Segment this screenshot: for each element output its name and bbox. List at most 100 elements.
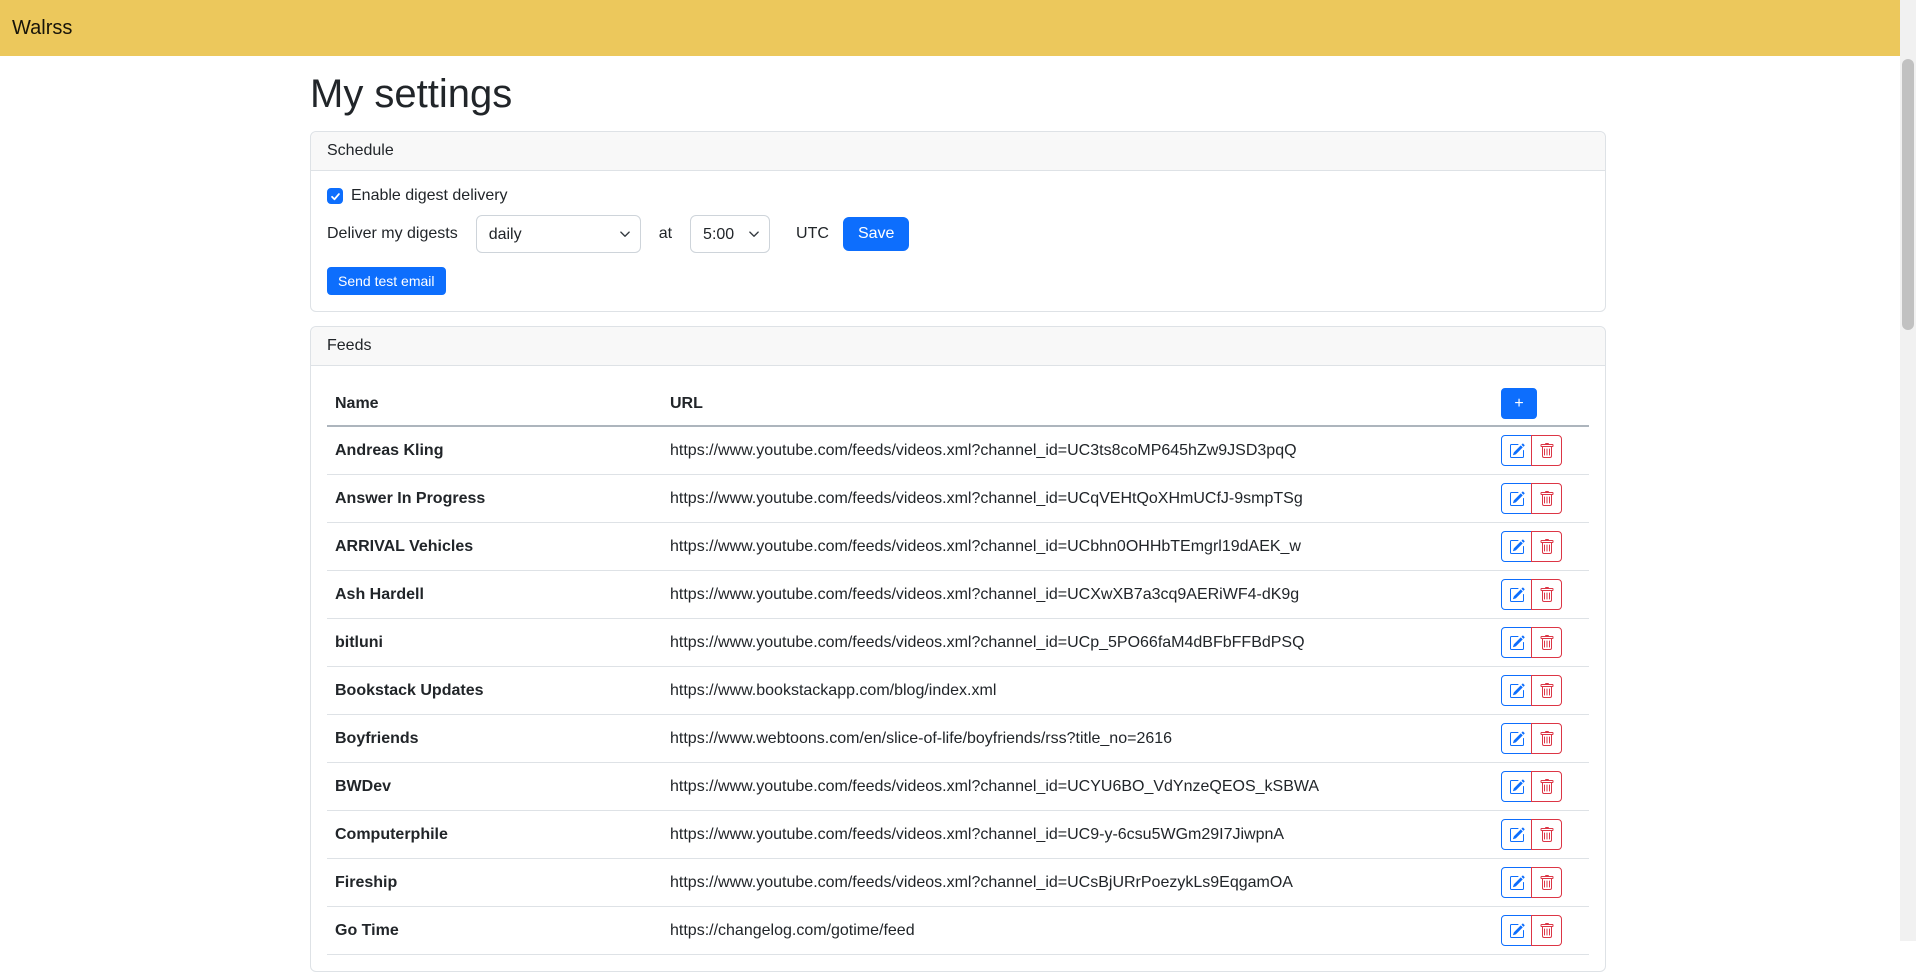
delete-feed-button[interactable] [1531, 771, 1562, 802]
trash-icon [1539, 923, 1555, 939]
delete-feed-button[interactable] [1531, 915, 1562, 946]
feed-url: https://www.youtube.com/feeds/videos.xml… [662, 523, 1501, 571]
schedule-card: Schedule Enable digest delivery Deliver … [310, 131, 1606, 312]
feed-actions [1501, 907, 1589, 955]
pencil-square-icon [1509, 587, 1525, 603]
edit-feed-button[interactable] [1501, 579, 1532, 610]
check-icon [330, 191, 341, 202]
table-row: Computerphile https://www.youtube.com/fe… [327, 811, 1589, 859]
column-header-name: Name [327, 382, 662, 426]
feed-name: Andreas Kling [327, 426, 662, 475]
feed-url: https://www.youtube.com/feeds/videos.xml… [662, 811, 1501, 859]
delete-feed-button[interactable] [1531, 819, 1562, 850]
edit-feed-button[interactable] [1501, 819, 1532, 850]
table-row: Ash Hardell https://www.youtube.com/feed… [327, 571, 1589, 619]
delete-feed-button[interactable] [1531, 723, 1562, 754]
deliver-label: Deliver my digests [327, 225, 458, 243]
feed-url: https://www.youtube.com/feeds/videos.xml… [662, 763, 1501, 811]
trash-icon [1539, 491, 1555, 507]
table-row: Andreas Kling https://www.youtube.com/fe… [327, 426, 1589, 475]
at-label: at [659, 225, 672, 243]
feed-name: ARRIVAL Vehicles [327, 523, 662, 571]
schedule-card-header: Schedule [311, 132, 1605, 171]
delete-feed-button[interactable] [1531, 579, 1562, 610]
trash-icon [1539, 635, 1555, 651]
feed-name: bitluni [327, 619, 662, 667]
trash-icon [1539, 539, 1555, 555]
feed-name: BWDev [327, 763, 662, 811]
feed-actions-group [1501, 771, 1562, 802]
feed-actions [1501, 523, 1589, 571]
schedule-card-body: Enable digest delivery Deliver my digest… [311, 171, 1605, 311]
navbar: Walrss [0, 0, 1916, 56]
feed-actions [1501, 426, 1589, 475]
feed-name: Computerphile [327, 811, 662, 859]
column-header-url: URL [662, 382, 1501, 426]
edit-feed-button[interactable] [1501, 435, 1532, 466]
feed-url: https://www.youtube.com/feeds/videos.xml… [662, 426, 1501, 475]
feed-name: Go Time [327, 907, 662, 955]
scrollbar-thumb[interactable] [1902, 59, 1914, 330]
edit-feed-button[interactable] [1501, 867, 1532, 898]
trash-icon [1539, 827, 1555, 843]
feed-url: https://www.youtube.com/feeds/videos.xml… [662, 619, 1501, 667]
delete-feed-button[interactable] [1531, 483, 1562, 514]
trash-icon [1539, 683, 1555, 699]
trash-icon [1539, 587, 1555, 603]
time-select[interactable]: 5:00 [690, 215, 770, 253]
feed-actions-group [1501, 579, 1562, 610]
add-feed-button[interactable]: + [1501, 388, 1537, 419]
feed-actions [1501, 475, 1589, 523]
trash-icon [1539, 875, 1555, 891]
feeds-table: Name URL + Andreas Kling https://www.you… [327, 382, 1589, 955]
pencil-square-icon [1509, 635, 1525, 651]
delete-feed-button[interactable] [1531, 627, 1562, 658]
edit-feed-button[interactable] [1501, 915, 1532, 946]
feed-actions-group [1501, 723, 1562, 754]
save-button[interactable]: Save [843, 217, 909, 251]
table-row: ARRIVAL Vehicles https://www.youtube.com… [327, 523, 1589, 571]
feeds-table-header-row: Name URL + [327, 382, 1589, 426]
edit-feed-button[interactable] [1501, 723, 1532, 754]
feed-actions [1501, 667, 1589, 715]
feed-actions-group [1501, 531, 1562, 562]
edit-feed-button[interactable] [1501, 771, 1532, 802]
feed-actions [1501, 715, 1589, 763]
delete-feed-button[interactable] [1531, 435, 1562, 466]
pencil-square-icon [1509, 875, 1525, 891]
feed-actions-group [1501, 867, 1562, 898]
feed-name: Fireship [327, 859, 662, 907]
trash-icon [1539, 779, 1555, 795]
feed-actions [1501, 811, 1589, 859]
feeds-card-header: Feeds [311, 327, 1605, 366]
feed-name: Bookstack Updates [327, 667, 662, 715]
send-test-email-button[interactable]: Send test email [327, 267, 446, 295]
enable-digest-label: Enable digest delivery [351, 187, 508, 205]
enable-digest-checkbox[interactable] [327, 188, 343, 204]
delete-feed-button[interactable] [1531, 867, 1562, 898]
frequency-select[interactable]: daily [476, 215, 641, 253]
table-row: Answer In Progress https://www.youtube.c… [327, 475, 1589, 523]
feed-actions-group [1501, 483, 1562, 514]
edit-feed-button[interactable] [1501, 531, 1532, 562]
table-row: Go Time https://changelog.com/gotime/fee… [327, 907, 1589, 955]
feed-url: https://www.bookstackapp.com/blog/index.… [662, 667, 1501, 715]
table-row: Boyfriends https://www.webtoons.com/en/s… [327, 715, 1589, 763]
feed-actions-group [1501, 675, 1562, 706]
feed-actions-group [1501, 435, 1562, 466]
delete-feed-button[interactable] [1531, 531, 1562, 562]
edit-feed-button[interactable] [1501, 675, 1532, 706]
pencil-square-icon [1509, 923, 1525, 939]
table-row: Fireship https://www.youtube.com/feeds/v… [327, 859, 1589, 907]
edit-feed-button[interactable] [1501, 627, 1532, 658]
feed-actions [1501, 859, 1589, 907]
feed-url: https://www.youtube.com/feeds/videos.xml… [662, 571, 1501, 619]
feeds-card-body: Name URL + Andreas Kling https://www.you… [311, 366, 1605, 971]
navbar-brand[interactable]: Walrss [12, 17, 72, 40]
scrollbar-track[interactable] [1900, 0, 1916, 941]
edit-feed-button[interactable] [1501, 483, 1532, 514]
feed-url: https://www.youtube.com/feeds/videos.xml… [662, 859, 1501, 907]
feed-actions [1501, 763, 1589, 811]
delete-feed-button[interactable] [1531, 675, 1562, 706]
page-title: My settings [310, 72, 1606, 117]
